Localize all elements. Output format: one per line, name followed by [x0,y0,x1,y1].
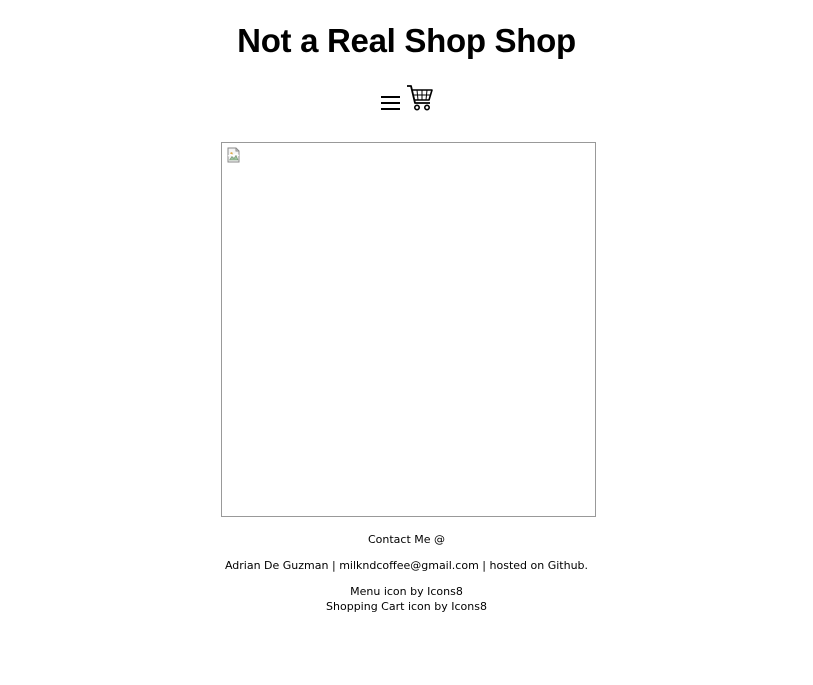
menu-credit-text: Menu icon by [350,585,428,598]
shopping-cart-icon[interactable] [406,84,434,112]
github-link[interactable]: Github [548,559,585,572]
icons8-menu-link[interactable]: Icons8 [427,585,463,598]
hosted-prefix: hosted on [489,559,548,572]
author-name: Adrian De Guzman [224,559,329,572]
cart-credit-text: Shopping Cart icon by [326,600,452,613]
site-footer: Contact Me @ Adrian De Guzman | milkndco… [0,532,813,614]
contact-line: Adrian De Guzman | milkndcoffee@gmail.co… [0,558,813,573]
separator: | [482,559,487,572]
hamburger-menu-icon[interactable] [380,92,402,112]
product-image-frame[interactable] [221,142,596,517]
hosted-suffix: . [584,559,589,572]
site-header: Not a Real Shop Shop [0,0,813,112]
separator: | [331,559,336,572]
site-title: Not a Real Shop Shop [237,22,576,59]
nav-icons [0,82,813,112]
broken-image-icon [227,147,241,168]
cart-icon-credit: Shopping Cart icon by Icons8 [0,599,813,614]
menu-icon-credit: Menu icon by Icons8 [0,584,813,599]
icons8-cart-link[interactable]: Icons8 [451,600,487,613]
email-link[interactable]: milkndcoffee@gmail.com [339,559,479,572]
contact-heading: Contact Me @ [367,533,446,546]
